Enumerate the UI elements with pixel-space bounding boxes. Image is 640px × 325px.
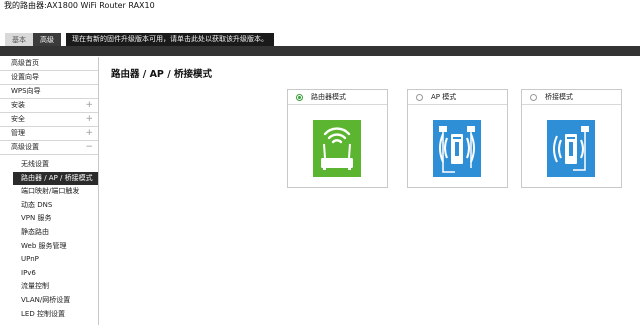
- bridge-mode-radio[interactable]: [530, 93, 537, 101]
- bridge-mode-card[interactable]: 桥接模式: [521, 89, 622, 188]
- sidebar-subitem-vlan-bridge[interactable]: VLAN/网桥设置: [0, 294, 98, 308]
- sidebar-item-security[interactable]: 安全 +: [0, 113, 98, 127]
- sidebar-subitem-router-ap-bridge-mode[interactable]: 路由器 / AP / 桥接模式: [13, 171, 98, 186]
- page-title: 路由器 / AP / 桥接模式: [111, 69, 212, 80]
- sidebar-item-advanced-home[interactable]: 高级首页: [0, 57, 98, 71]
- sidebar-subitem-wireless-settings[interactable]: 无线设置: [0, 158, 98, 172]
- router-icon: [313, 120, 361, 177]
- ap-mode-radio[interactable]: [416, 93, 423, 101]
- sidebar-item-label: 管理: [11, 129, 25, 137]
- sidebar-item-label: 安全: [11, 115, 25, 123]
- tab-basic[interactable]: 基本: [5, 33, 33, 47]
- sidebar-item-wps-wizard[interactable]: WPS向导: [0, 85, 98, 99]
- sidebar-subitem-upnp[interactable]: UPnP: [0, 253, 98, 267]
- sidebar-item-label: 高级首页: [11, 59, 39, 67]
- router-mode-label: 路由器模式: [311, 92, 346, 101]
- sidebar-subitem-ipv6[interactable]: IPv6: [0, 267, 98, 281]
- sidebar: 高级首页 设置向导 WPS向导 安装 + 安全 + 管理 + 高级设置 − 无线设置 路…: [0, 57, 99, 325]
- sidebar-subitem-led-control[interactable]: LED 控制设置: [0, 308, 98, 322]
- sidebar-subitem-port-forwarding[interactable]: 端口映射/端口触发: [0, 185, 98, 199]
- ap-mode-option[interactable]: AP 模式: [408, 90, 507, 105]
- mode-tabs: 基本 高级: [5, 33, 61, 47]
- sidebar-item-label: WPS向导: [11, 87, 41, 95]
- bridge-icon: [547, 120, 595, 177]
- sidebar-item-label: 安装: [11, 101, 25, 109]
- sidebar-item-setup[interactable]: 安装 +: [0, 99, 98, 113]
- sidebar-subitem-static-routes[interactable]: 静态路由: [0, 226, 98, 240]
- sidebar-subitem-dynamic-dns[interactable]: 动态 DNS: [0, 199, 98, 213]
- sidebar-item-advanced-setup[interactable]: 高级设置 −: [0, 141, 98, 155]
- sidebar-subitem-vpn-service[interactable]: VPN 服务: [0, 212, 98, 226]
- firmware-update-link[interactable]: 现在有新的固件升级版本可用，请单击此处以获取该升级版本。: [66, 33, 274, 46]
- sidebar-subitem-traffic-meter[interactable]: 流量控制: [0, 280, 98, 294]
- expand-icon[interactable]: +: [85, 127, 93, 140]
- tab-advanced[interactable]: 高级: [33, 33, 61, 47]
- main-content: 路由器 / AP / 桥接模式 路由器模式 AP 模式 桥接模式: [100, 57, 640, 325]
- expand-icon[interactable]: +: [85, 99, 93, 112]
- router-title: 我的路由器:AX1800 WiFi Router RAX10: [4, 1, 155, 10]
- router-mode-card[interactable]: 路由器模式: [287, 89, 388, 188]
- access-point-icon: [433, 120, 481, 177]
- router-mode-radio[interactable]: [296, 93, 303, 101]
- router-mode-option[interactable]: 路由器模式: [288, 90, 387, 105]
- ap-mode-label: AP 模式: [431, 92, 457, 101]
- ap-mode-card[interactable]: AP 模式: [407, 89, 508, 188]
- sidebar-item-administration[interactable]: 管理 +: [0, 127, 98, 141]
- sidebar-subitem-web-services[interactable]: Web 服务管理: [0, 240, 98, 254]
- expand-icon[interactable]: +: [85, 113, 93, 126]
- header-bar: [0, 46, 640, 56]
- bridge-mode-option[interactable]: 桥接模式: [522, 90, 621, 105]
- sidebar-item-setup-wizard[interactable]: 设置向导: [0, 71, 98, 85]
- sidebar-item-label: 高级设置: [11, 143, 39, 151]
- sidebar-item-label: 设置向导: [11, 73, 39, 81]
- collapse-icon[interactable]: −: [85, 141, 93, 154]
- bridge-mode-label: 桥接模式: [545, 92, 573, 101]
